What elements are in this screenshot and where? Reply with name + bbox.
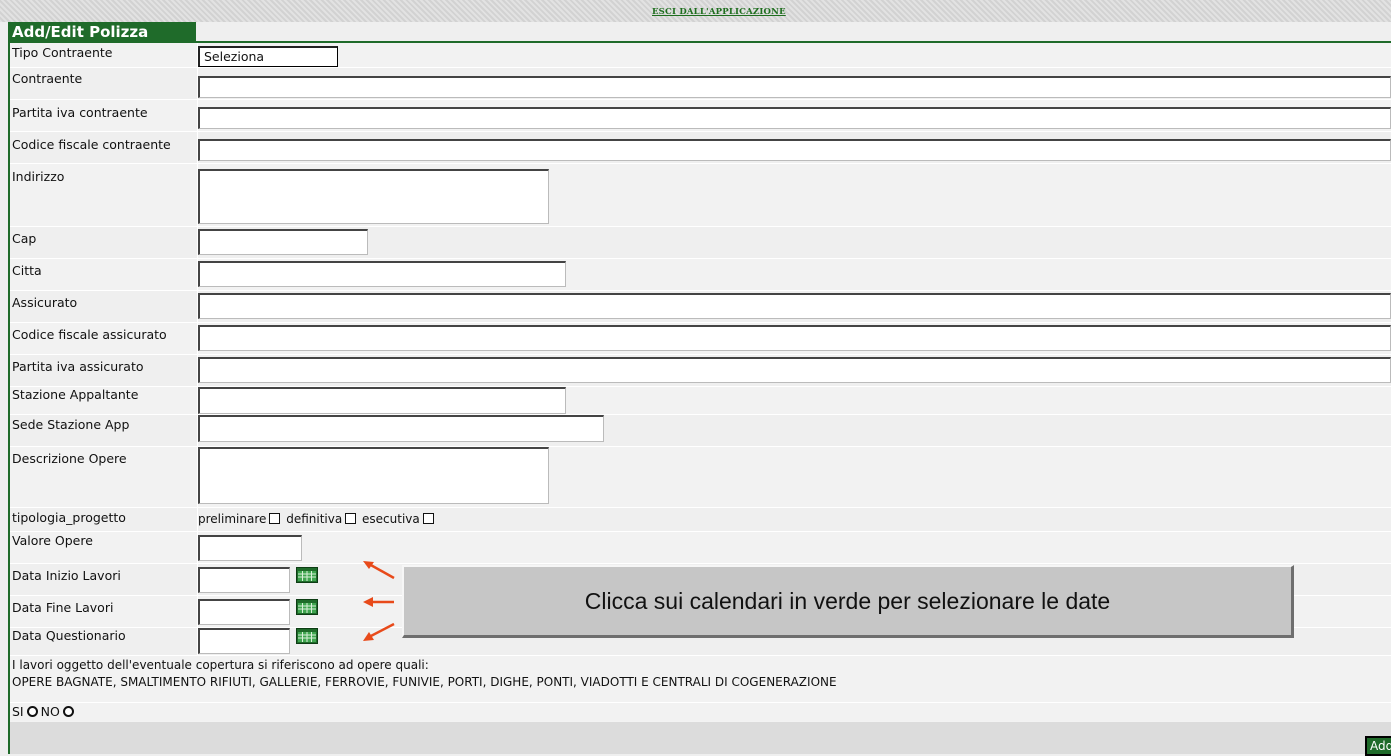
row-tipologia-progetto: tipologia_progetto preliminare definitiv… bbox=[10, 508, 1391, 532]
label-assicurato: Assicurato bbox=[12, 295, 78, 310]
label-codice-fiscale-assicurato: Codice fiscale assicurato bbox=[12, 327, 167, 342]
exit-app-link[interactable]: ESCI DALL'APPLICAZIONE bbox=[652, 7, 786, 17]
row-codice-fiscale-assicurato: Codice fiscale assicurato bbox=[10, 323, 1391, 355]
calendar-icon[interactable] bbox=[296, 599, 318, 615]
contraente-input[interactable] bbox=[198, 76, 1391, 98]
row-cap: Cap bbox=[10, 227, 1391, 259]
calendar-hint-note: Clicca sui calendari in verde per selezi… bbox=[402, 565, 1294, 638]
cap-input[interactable] bbox=[198, 229, 368, 255]
row-valore-opere: Valore Opere bbox=[10, 532, 1391, 564]
label-sede-stazione-app: Sede Stazione App bbox=[12, 417, 130, 432]
add-button[interactable]: Add bbox=[1365, 736, 1391, 756]
label-cap: Cap bbox=[12, 231, 37, 246]
checkbox-esecutiva[interactable] bbox=[422, 513, 434, 524]
option-definitiva-label: definitiva bbox=[286, 512, 343, 526]
row-partita-iva-contraente: Partita iva contraente bbox=[10, 100, 1391, 132]
row-sede-stazione-app: Sede Stazione App bbox=[10, 415, 1391, 447]
label-data-questionario: Data Questionario bbox=[12, 628, 126, 643]
radio-no[interactable] bbox=[62, 706, 74, 717]
row-indirizzo: Indirizzo bbox=[10, 164, 1391, 227]
question-line-2: OPERE BAGNATE, SMALTIMENTO RIFIUTI, GALL… bbox=[12, 675, 837, 689]
label-contraente: Contraente bbox=[12, 71, 83, 86]
codice-fiscale-contraente-input[interactable] bbox=[198, 139, 1391, 161]
sede-stazione-app-input[interactable] bbox=[198, 415, 604, 442]
checkbox-preliminare[interactable] bbox=[269, 513, 281, 524]
no-label: NO bbox=[40, 704, 60, 719]
codice-fiscale-assicurato-input[interactable] bbox=[198, 325, 1391, 351]
policy-form: Tipo Contraente Seleziona Contraente Par… bbox=[10, 43, 1391, 756]
partita-iva-assicurato-input[interactable] bbox=[198, 357, 1391, 383]
label-valore-opere: Valore Opere bbox=[12, 533, 93, 548]
valore-opere-input[interactable] bbox=[198, 535, 302, 561]
data-questionario-input[interactable] bbox=[198, 628, 290, 654]
label-codice-fiscale-contraente: Codice fiscale contraente bbox=[12, 137, 171, 152]
calendar-icon[interactable] bbox=[296, 567, 318, 583]
citta-input[interactable] bbox=[198, 261, 566, 287]
row-stazione-appaltante: Stazione Appaltante bbox=[10, 387, 1391, 415]
label-partita-iva-assicurato: Partita iva assicurato bbox=[12, 359, 144, 374]
checkbox-definitiva[interactable] bbox=[345, 513, 357, 524]
question-line-1: I lavori oggetto dell'eventuale copertur… bbox=[12, 658, 429, 672]
data-inizio-lavori-input[interactable] bbox=[198, 567, 290, 593]
arrow-icon bbox=[363, 561, 395, 580]
si-no-row: SI NO bbox=[10, 703, 1391, 721]
indirizzo-textarea[interactable] bbox=[198, 169, 549, 224]
label-indirizzo: Indirizzo bbox=[12, 169, 65, 184]
tipo-contraente-select[interactable]: Seleziona bbox=[198, 46, 338, 67]
calendar-icon[interactable] bbox=[296, 628, 318, 644]
page-title: Add/Edit Polizza bbox=[8, 22, 196, 42]
row-tipo-contraente: Tipo Contraente Seleziona bbox=[10, 43, 1391, 68]
arrow-icon bbox=[363, 622, 395, 641]
descrizione-opere-textarea[interactable] bbox=[198, 447, 549, 504]
label-citta: Citta bbox=[12, 263, 42, 278]
row-descrizione-opere: Descrizione Opere bbox=[10, 447, 1391, 508]
label-tipologia-progetto: tipologia_progetto bbox=[12, 510, 126, 525]
option-preliminare-label: preliminare bbox=[198, 512, 267, 526]
arrow-icon bbox=[363, 597, 394, 607]
top-bar: ESCI DALL'APPLICAZIONE bbox=[0, 0, 1391, 22]
label-descrizione-opere: Descrizione Opere bbox=[12, 451, 127, 466]
row-citta: Citta bbox=[10, 259, 1391, 291]
si-label: SI bbox=[12, 704, 24, 719]
row-codice-fiscale-contraente: Codice fiscale contraente bbox=[10, 132, 1391, 164]
row-contraente: Contraente bbox=[10, 68, 1391, 100]
tipologia-options: preliminare definitiva esecutiva bbox=[198, 512, 436, 526]
row-assicurato: Assicurato bbox=[10, 291, 1391, 323]
assicurato-input[interactable] bbox=[198, 293, 1391, 319]
footer-bar: Add bbox=[10, 722, 1391, 756]
label-tipo-contraente: Tipo Contraente bbox=[12, 45, 113, 60]
label-data-inizio-lavori: Data Inizio Lavori bbox=[12, 568, 121, 583]
option-esecutiva-label: esecutiva bbox=[362, 512, 420, 526]
stazione-appaltante-input[interactable] bbox=[198, 387, 566, 414]
partita-iva-contraente-input[interactable] bbox=[198, 107, 1391, 129]
opere-question: I lavori oggetto dell'eventuale copertur… bbox=[10, 656, 1391, 703]
label-stazione-appaltante: Stazione Appaltante bbox=[12, 387, 139, 402]
data-fine-lavori-input[interactable] bbox=[198, 599, 290, 625]
label-partita-iva-contraente: Partita iva contraente bbox=[12, 105, 148, 120]
row-partita-iva-assicurato: Partita iva assicurato bbox=[10, 355, 1391, 387]
radio-si[interactable] bbox=[26, 706, 38, 717]
label-data-fine-lavori: Data Fine Lavori bbox=[12, 600, 114, 615]
